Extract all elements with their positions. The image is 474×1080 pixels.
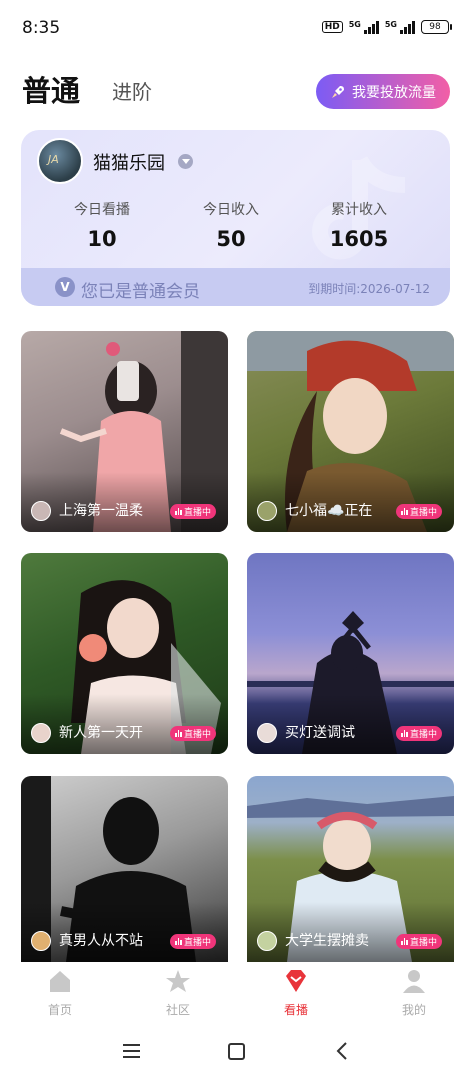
streamer-name: 真男人从不站 <box>59 933 143 949</box>
nav-community[interactable]: 社区 <box>138 968 218 1018</box>
membership-expiry: 到期时间:2026-07-12 <box>308 282 430 296</box>
battery-level: 98 <box>421 20 449 34</box>
stat-value: 10 <box>87 227 117 251</box>
network-type-label: 5G <box>348 20 361 29</box>
stat-value: 1605 <box>329 227 389 251</box>
live-icon <box>175 730 182 737</box>
bottom-nav: 首页 社区 看播 我的 <box>0 962 474 1024</box>
membership-bar: V 您已是普通会员 到期时间:2026-07-12 <box>21 268 450 306</box>
nav-label: 社区 <box>165 1003 190 1017</box>
live-badge-label: 直播中 <box>183 730 211 740</box>
nav-label: 我的 <box>401 1003 426 1017</box>
stat-label: 累计收入 <box>331 202 387 218</box>
live-badge: 直播中 <box>396 726 442 741</box>
stream-card[interactable]: 新人第一天开 直播中 <box>21 553 228 754</box>
status-time: 8:35 <box>22 18 61 38</box>
live-icon <box>175 938 182 945</box>
streamer-name: 七小福☁️正在 <box>285 503 373 519</box>
nav-label: 首页 <box>47 1003 72 1017</box>
stream-card[interactable]: 真男人从不站 直播中 <box>21 776 228 962</box>
signal-icon: 5G <box>349 20 379 34</box>
nav-profile[interactable]: 我的 <box>374 968 454 1018</box>
battery-icon: 98 <box>421 20 452 34</box>
streamer-avatar <box>31 931 51 951</box>
stat-total-income: 累计收入 1605 <box>299 199 419 251</box>
promote-traffic-label: 我要投放流量 <box>352 84 436 101</box>
header: 普通 进阶 我要投放流量 <box>0 62 474 118</box>
nav-home[interactable]: 首页 <box>20 968 100 1018</box>
live-icon <box>401 508 408 515</box>
menu-icon[interactable] <box>123 1044 140 1058</box>
streamer-avatar <box>257 501 277 521</box>
tab-normal[interactable]: 普通 <box>22 68 80 110</box>
status-bar: 8:35 HD 5G 5G 98 <box>0 0 474 60</box>
person-icon <box>403 970 425 993</box>
network-type-label-2: 5G <box>384 20 397 29</box>
stat-value: 50 <box>216 227 246 251</box>
nav-label: 看播 <box>283 1003 308 1017</box>
live-icon <box>175 508 182 515</box>
live-icon <box>401 730 408 737</box>
nav-watch-live[interactable]: 看播 <box>256 968 336 1018</box>
avatar[interactable]: JA <box>37 138 83 184</box>
stat-label: 今日看播 <box>74 202 130 218</box>
streamer-name: 上海第一温柔 <box>59 503 143 519</box>
membership-status: 您已是普通会员 <box>81 282 200 302</box>
live-badge: 直播中 <box>170 726 216 741</box>
live-badge-label: 直播中 <box>183 508 211 518</box>
live-badge-label: 直播中 <box>409 730 437 740</box>
vip-icon: V <box>55 277 75 297</box>
home-icon <box>50 971 70 992</box>
streamer-name: 买灯送调试 <box>285 725 355 741</box>
hd-voice-icon: HD <box>321 21 343 33</box>
live-badge-label: 直播中 <box>409 938 437 948</box>
promote-traffic-button[interactable]: 我要投放流量 <box>316 74 450 109</box>
stream-card[interactable]: 七小福☁️正在 直播中 <box>247 331 454 532</box>
avatar-text: JA <box>48 153 59 166</box>
home-button-icon[interactable] <box>228 1043 245 1060</box>
chevron-down-icon[interactable] <box>178 154 193 169</box>
stat-label: 今日收入 <box>203 202 259 218</box>
stream-card[interactable]: 上海第一温柔 直播中 <box>21 331 228 532</box>
live-badge: 直播中 <box>396 934 442 949</box>
system-nav-bar <box>0 1024 474 1080</box>
status-icons: HD 5G 5G 98 <box>321 20 452 34</box>
tab-advanced[interactable]: 进阶 <box>112 76 152 105</box>
live-badge: 直播中 <box>170 934 216 949</box>
live-icon <box>401 938 408 945</box>
streamer-name: 新人第一天开 <box>59 725 143 741</box>
streamer-name: 大学生摆摊卖 <box>285 933 369 949</box>
member-card[interactable]: JA 猫猫乐园 今日看播 10 今日收入 50 累计收入 1605 V 您已是普… <box>21 130 450 306</box>
rocket-icon <box>332 85 344 98</box>
stat-today-views: 今日看播 10 <box>42 199 162 251</box>
stream-card[interactable]: 买灯送调试 直播中 <box>247 553 454 754</box>
diamond-icon <box>286 970 306 992</box>
streamer-avatar <box>257 723 277 743</box>
streamer-avatar <box>257 931 277 951</box>
star-icon <box>166 970 190 992</box>
stat-today-income: 今日收入 50 <box>171 199 291 251</box>
streamer-avatar <box>31 723 51 743</box>
account-name: 猫猫乐园 <box>93 153 165 174</box>
live-badge-label: 直播中 <box>183 938 211 948</box>
signal-icon-2: 5G <box>385 20 415 34</box>
live-badge-label: 直播中 <box>409 508 437 518</box>
streamer-avatar <box>31 501 51 521</box>
stream-card[interactable]: 大学生摆摊卖 直播中 <box>247 776 454 962</box>
live-badge: 直播中 <box>396 504 442 519</box>
live-badge: 直播中 <box>170 504 216 519</box>
back-icon[interactable] <box>336 1042 348 1060</box>
app-screen: 8:35 HD 5G 5G 98 普通 进阶 我要投放流量 JA 猫猫乐园 今日… <box>0 0 474 1080</box>
